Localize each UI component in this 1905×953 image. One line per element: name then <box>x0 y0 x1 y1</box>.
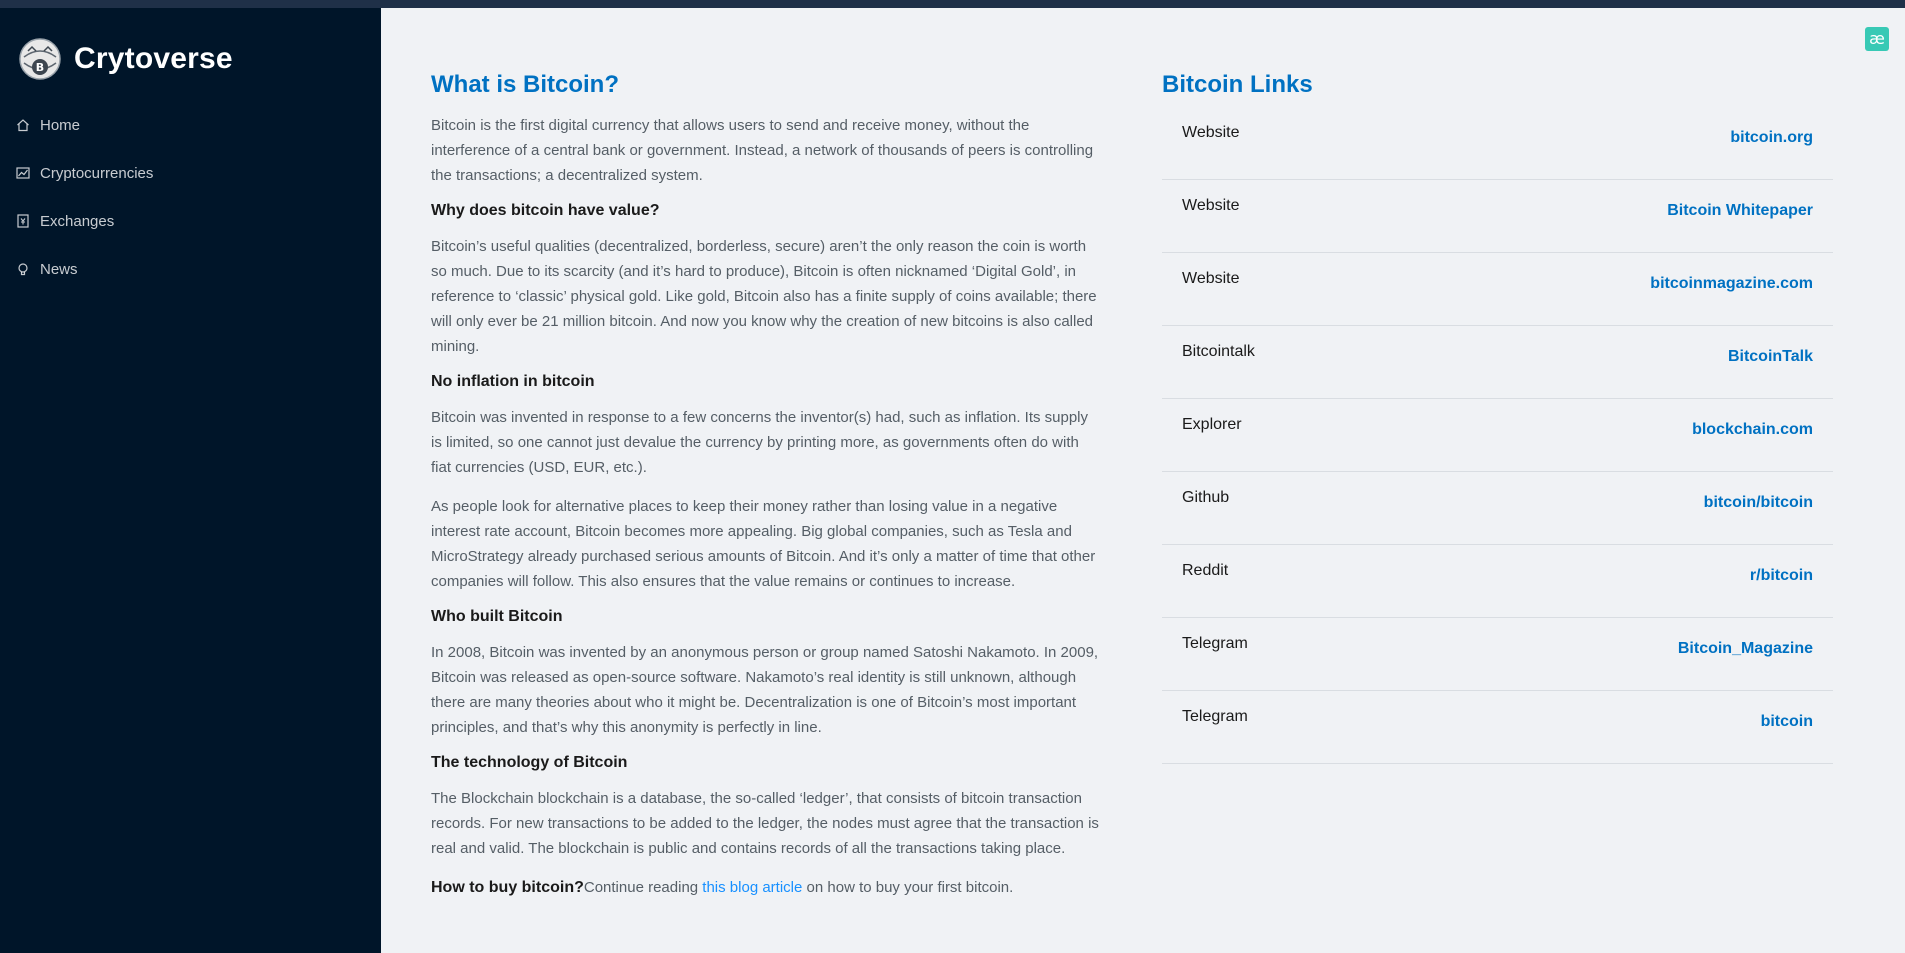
sidebar-item-label: Home <box>40 116 81 134</box>
link-anchor[interactable]: bitcoin <box>1761 691 1813 763</box>
paragraph-buy: How to buy bitcoin?Continue reading this… <box>431 875 1101 900</box>
link-row: Bitcointalk BitcoinTalk <box>1162 326 1833 399</box>
link-anchor[interactable]: bitcoinmagazine.com <box>1650 253 1813 325</box>
sidebar-item-home[interactable]: Home <box>0 101 381 149</box>
coin-links: Bitcoin Links Website bitcoin.org Websit… <box>1162 71 1833 764</box>
description-title: What is Bitcoin? <box>431 71 619 98</box>
paragraph-value: Bitcoin’s useful qualities (decentralize… <box>431 238 1097 355</box>
paragraph-built: In 2008, Bitcoin was invented by an anon… <box>431 644 1099 736</box>
link-anchor[interactable]: BitcoinTalk <box>1728 326 1813 398</box>
heading-value: Why does bitcoin have value? <box>431 202 660 219</box>
money-collect-icon <box>16 214 30 228</box>
sidebar-item-cryptocurrencies[interactable]: Cryptocurrencies <box>0 149 381 197</box>
link-type: Reddit <box>1182 562 1229 579</box>
link-anchor[interactable]: blockchain.com <box>1692 399 1813 471</box>
description-intro: Bitcoin is the first digital currency th… <box>431 117 1094 184</box>
heading-built: Who built Bitcoin <box>431 608 563 625</box>
link-row: Telegram bitcoin <box>1162 691 1833 764</box>
heading-technology: The technology of Bitcoin <box>431 754 628 771</box>
link-type: Telegram <box>1182 635 1248 652</box>
link-anchor[interactable]: r/bitcoin <box>1750 545 1813 617</box>
link-row: Github bitcoin/bitcoin <box>1162 472 1833 545</box>
link-anchor[interactable]: Bitcoin Whitepaper <box>1667 180 1813 252</box>
bulb-icon <box>16 262 30 276</box>
paragraph-inflation-2: As people look for alternative places to… <box>431 498 1096 590</box>
link-row: Website bitcoinmagazine.com <box>1162 253 1833 326</box>
sidebar-item-exchanges[interactable]: Exchanges <box>0 197 381 245</box>
home-icon <box>16 118 30 132</box>
browser-top-strip <box>0 0 1905 8</box>
link-type: Website <box>1182 124 1240 141</box>
sidebar: B Crytoverse Home Cryptocurrencies Excha… <box>0 8 381 953</box>
link-anchor[interactable]: bitcoin/bitcoin <box>1704 472 1813 544</box>
link-type: Explorer <box>1182 416 1242 433</box>
link-type: Website <box>1182 270 1240 287</box>
coin-description: What is Bitcoin? Bitcoin is the first di… <box>431 71 1101 914</box>
paragraph-inflation-1: Bitcoin was invented in response to a fe… <box>431 409 1089 476</box>
main-content: What is Bitcoin? Bitcoin is the first di… <box>381 8 1905 953</box>
paragraph-technology: The Blockchain blockchain is a database,… <box>431 790 1099 857</box>
buy-text: Continue reading <box>583 879 703 896</box>
link-anchor[interactable]: bitcoin.org <box>1730 107 1813 179</box>
buy-heading: How to buy bitcoin? <box>431 879 584 896</box>
sidebar-item-label: News <box>40 260 78 278</box>
link-row: Website Bitcoin Whitepaper <box>1162 180 1833 253</box>
brand-name[interactable]: Crytoverse <box>74 42 233 76</box>
crypto-globe-logo-icon: B <box>19 38 61 80</box>
link-row: Website bitcoin.org <box>1162 107 1833 180</box>
extension-ae-icon[interactable]: æ <box>1865 27 1889 51</box>
link-type: Telegram <box>1182 708 1248 725</box>
link-row: Reddit r/bitcoin <box>1162 545 1833 618</box>
sidebar-item-label: Exchanges <box>40 212 115 230</box>
sidebar-item-news[interactable]: News <box>0 245 381 293</box>
links-title: Bitcoin Links <box>1162 71 1313 98</box>
link-type: Website <box>1182 197 1240 214</box>
link-anchor[interactable]: Bitcoin_Magazine <box>1678 618 1813 690</box>
sidebar-nav: Home Cryptocurrencies Exchanges News <box>0 101 381 293</box>
link-type: Github <box>1182 489 1230 506</box>
link-type: Bitcointalk <box>1182 343 1255 360</box>
brand[interactable]: B Crytoverse <box>0 31 381 87</box>
link-row: Telegram Bitcoin_Magazine <box>1162 618 1833 691</box>
blog-article-link[interactable]: this blog article <box>702 879 802 896</box>
sidebar-item-label: Cryptocurrencies <box>40 164 154 182</box>
link-row: Explorer blockchain.com <box>1162 399 1833 472</box>
heading-inflation: No inflation in bitcoin <box>431 373 595 390</box>
buy-tail: on how to buy your first bitcoin. <box>802 879 1014 896</box>
svg-text:B: B <box>36 61 44 74</box>
fund-icon <box>16 166 30 180</box>
